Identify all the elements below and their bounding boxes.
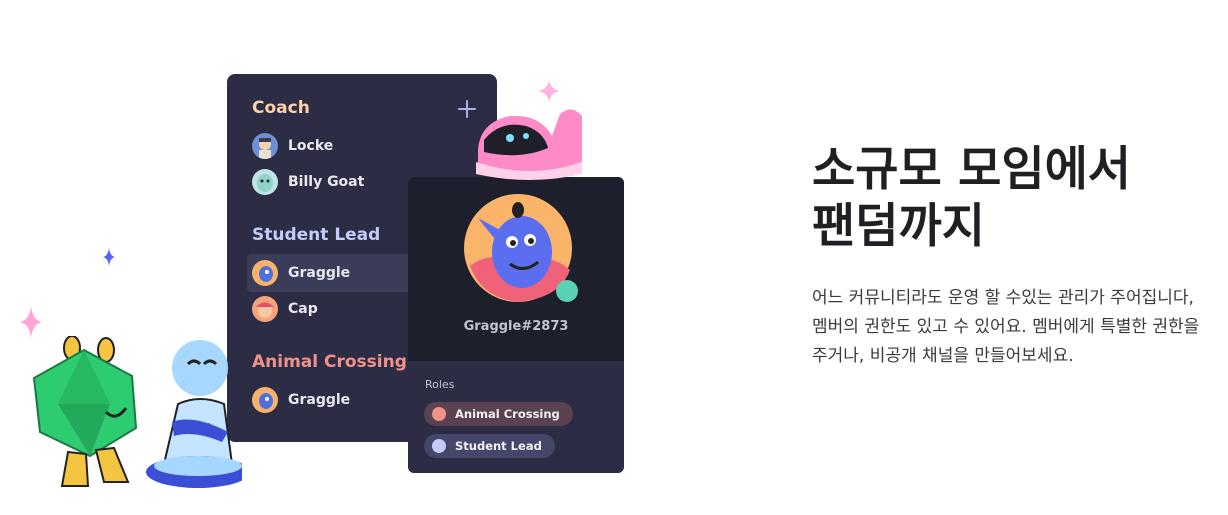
dice-character-illustration — [32, 336, 138, 487]
headline-line-1: 소규모 모임에서 — [812, 142, 1132, 197]
avatar — [252, 296, 278, 322]
role-color-dot — [432, 439, 446, 453]
role-label: Animal Crossing — [455, 407, 560, 421]
member-name: Billy Goat — [288, 174, 365, 190]
member-graggle[interactable]: Graggle — [252, 386, 350, 414]
roles-label: Roles — [425, 378, 455, 391]
sparkle-icon — [538, 80, 560, 102]
role-pill-animal-crossing[interactable]: Animal Crossing — [424, 402, 573, 426]
pawn-character-illustration — [146, 340, 242, 488]
member-cap[interactable]: Cap — [252, 295, 318, 323]
profile-avatar — [464, 194, 578, 302]
member-name: Locke — [288, 138, 334, 154]
role-label: Student Lead — [455, 439, 542, 453]
page-headline: 소규모 모임에서 팬덤까지 — [812, 141, 1212, 255]
sparkle-icon — [103, 248, 115, 266]
group-title-student-lead: Student Lead — [252, 225, 381, 245]
avatar — [252, 133, 278, 159]
member-name: Graggle — [288, 392, 351, 408]
member-name: Graggle — [288, 265, 351, 281]
avatar — [252, 260, 278, 286]
member-billy-goat[interactable]: Billy Goat — [252, 168, 364, 196]
member-graggle[interactable]: Graggle — [252, 259, 350, 287]
sneaker-illustration — [476, 109, 582, 180]
profile-card: Graggle#2873 Roles Animal Crossing Stude… — [408, 177, 624, 473]
page-description: 어느 커뮤니티라도 운영 할 수있는 관리가 주어집니다, 멤버의 권한도 있고… — [812, 288, 1200, 366]
member-name: Cap — [288, 301, 318, 317]
role-pill-student-lead[interactable]: Student Lead — [424, 434, 555, 458]
group-title-animal-crossing: Animal Crossing — [252, 352, 407, 372]
headline-line-2: 팬덤까지 — [812, 199, 985, 254]
avatar — [252, 169, 278, 195]
profile-username: Graggle#2873 — [463, 319, 569, 334]
group-title-coach: Coach — [252, 98, 310, 118]
sparkle-icon — [20, 306, 42, 338]
member-locke[interactable]: Locke — [252, 132, 333, 160]
avatar — [252, 387, 278, 413]
role-color-dot — [432, 407, 446, 421]
